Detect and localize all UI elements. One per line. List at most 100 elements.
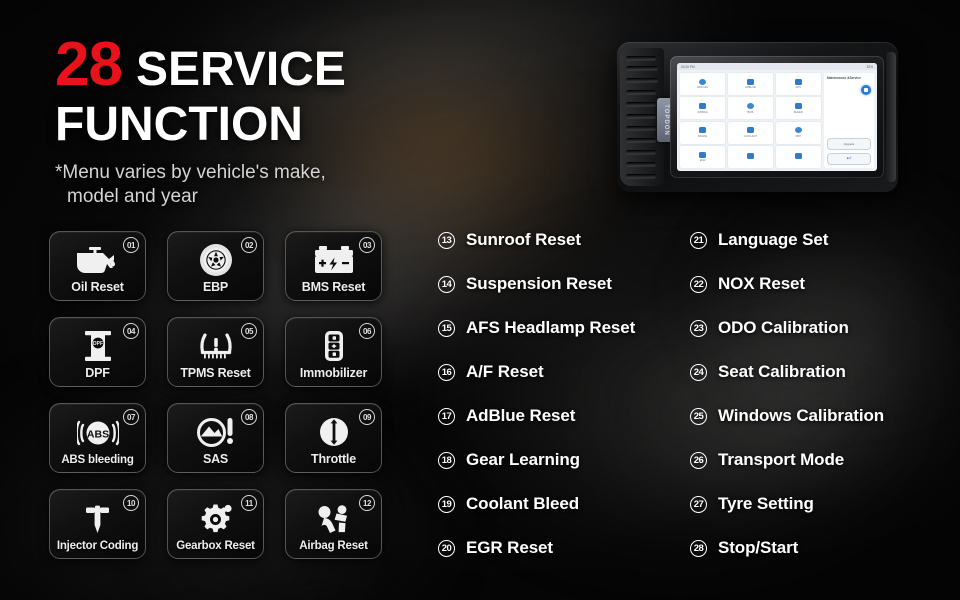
list-item-label: Language Set — [718, 230, 829, 249]
list-item-label: Seat Calibration — [718, 362, 846, 381]
brand-label: TOPDON — [662, 104, 669, 136]
screen-tile-airbag[interactable]: AIRBAG — [680, 97, 726, 120]
list-number-badge: 24 — [690, 363, 707, 381]
list-item-label: A/F Reset — [466, 362, 544, 381]
screen-tile-adblue[interactable]: ADBLUE — [727, 73, 774, 95]
service-card-immobilizer[interactable]: 06 Immobilizer — [285, 317, 382, 387]
list-item[interactable]: 14 Suspension Reset — [438, 272, 635, 296]
list-item-label: ODO Calibration — [718, 318, 849, 337]
card-label: EBP — [202, 280, 229, 294]
screen-tile-bleed[interactable]: BLEED — [775, 97, 821, 120]
list-number-badge: 19 — [438, 495, 455, 513]
vehicle-info-icon[interactable] — [861, 85, 871, 95]
card-label: BMS Reset — [301, 280, 366, 294]
list-item[interactable]: 21 Language Set — [690, 228, 884, 252]
list-item[interactable]: 22 NOX Reset — [690, 272, 884, 296]
card-number-badge: 07 — [123, 409, 139, 425]
headline-word-function: FUNCTION — [55, 97, 303, 151]
airfuel-icon — [699, 78, 707, 85]
screen-tile-egr[interactable]: EGR — [680, 146, 726, 168]
list-number-badge: 18 — [438, 451, 455, 469]
service-card-sas[interactable]: 08 SAS — [167, 403, 264, 473]
coolant-icon — [746, 127, 754, 134]
afs-icon — [794, 78, 802, 85]
card-label: Gearbox Reset — [176, 540, 255, 552]
service-card-bms-reset[interactable]: 03 BMS Reset — [285, 231, 382, 301]
list-item[interactable]: 18 Gear Learning — [438, 448, 635, 472]
service-card-dpf[interactable]: 04 DPF DPF — [49, 317, 146, 387]
screen-tile-coolant[interactable]: COOLANT — [727, 121, 774, 144]
service-card-oil-reset[interactable]: 01 Oil Reset — [49, 231, 146, 301]
card-number-badge: 01 — [123, 237, 139, 253]
tablet-grip-line — [626, 78, 658, 82]
list-item[interactable]: 19 Coolant Bleed — [438, 492, 635, 516]
card-label: Airbag Reset — [299, 540, 368, 552]
screen-tile-label: BMS — [747, 110, 754, 114]
screen-tile-extra-11[interactable] — [775, 146, 821, 168]
card-label: Throttle — [311, 452, 356, 466]
list-item[interactable]: 13 Sunroof Reset — [438, 228, 635, 252]
status-battery: 52% — [866, 64, 873, 69]
list-item[interactable]: 20 EGR Reset — [438, 536, 635, 560]
status-time: 04:26 PM — [681, 64, 695, 69]
list-item[interactable]: 25 Windows Calibration — [690, 404, 884, 428]
screen-tile-bms[interactable]: BMS — [727, 97, 774, 120]
list-number-badge: 21 — [690, 231, 707, 249]
headline-subtitle: *Menu varies by vehicle's make, model an… — [55, 161, 475, 210]
list-item-label: Sunroof Reset — [466, 230, 581, 249]
list-number-badge: 22 — [690, 275, 707, 293]
card-label: ABS bleeding — [61, 454, 134, 466]
tablet-grip-line — [626, 66, 658, 70]
service-card-airbag-reset[interactable]: 12 Airbag Reset — [285, 489, 382, 559]
list-item[interactable]: 17 AdBlue Reset — [438, 404, 635, 428]
tablet-right-grip — [886, 52, 896, 182]
list-number-badge: 27 — [690, 495, 707, 513]
list-item-label: AFS Headlamp Reset — [466, 318, 636, 337]
list-item[interactable]: 23 ODO Calibration — [690, 316, 884, 340]
list-item[interactable]: 24 Seat Calibration — [690, 360, 884, 384]
screen-tile-brake[interactable]: BRAKE — [680, 121, 726, 144]
headline-row: 28 SERVICE — [55, 34, 475, 96]
headline-block: 28 SERVICE FUNCTION *Menu varies by vehi… — [55, 34, 475, 210]
list-item[interactable]: 28 Stop/Start — [690, 536, 884, 560]
list-number-badge: 17 — [438, 407, 455, 425]
back-button[interactable]: ↩ — [827, 153, 871, 165]
tablet-grip-line — [626, 162, 656, 166]
list-item[interactable]: 27 Tyre Setting — [690, 492, 884, 516]
card-number-badge: 06 — [359, 323, 375, 339]
bms-icon — [746, 103, 754, 110]
list-item[interactable]: 16 A/F Reset — [438, 360, 635, 384]
list-item-label: Stop/Start — [718, 538, 799, 557]
injector-icon — [746, 153, 754, 160]
tablet-screen[interactable]: 04:26 PM 52% AIRFUEL ADBLUE AFS AIRBAG BMS BL… — [677, 63, 877, 171]
service-card-tpms-reset[interactable]: 05 TPMS Reset — [167, 317, 264, 387]
screen-tile-extra-10[interactable] — [727, 146, 774, 168]
screen-tile-airfuel[interactable]: AIRFUEL — [680, 73, 726, 95]
list-number-badge: 23 — [690, 319, 707, 337]
list-item-label: Tyre Setting — [718, 494, 814, 513]
subtitle-line-1: *Menu varies by vehicle's make, — [55, 161, 326, 183]
list-number-badge: 14 — [438, 275, 455, 293]
service-card-throttle[interactable]: 09 Throttle — [285, 403, 382, 473]
service-card-injector-coding[interactable]: 10 Injector Coding — [49, 489, 146, 559]
tablet-grip-line — [626, 150, 656, 154]
card-number-badge: 12 — [359, 495, 375, 511]
list-item-label: Windows Calibration — [718, 406, 885, 425]
service-card-gearbox-reset[interactable]: 11 Gearbox Reset — [167, 489, 264, 559]
list-number-badge: 25 — [690, 407, 707, 425]
service-card-abs-bleeding[interactable]: 07 ABS ABS bleeding — [49, 403, 146, 473]
bleed-icon — [794, 103, 802, 110]
service-card-ebp[interactable]: 02 EBP — [167, 231, 264, 301]
screen-tile-dpf[interactable]: DPF — [775, 121, 821, 144]
screen-tile-label: EGR — [699, 159, 706, 163]
list-item[interactable]: 15 AFS Headlamp Reset — [438, 316, 635, 340]
screen-tile-label: AFS — [795, 86, 801, 90]
list-item[interactable]: 26 Transport Mode — [690, 448, 884, 472]
upgrade-button[interactable]: Upgrade — [827, 138, 871, 150]
screen-tile-afs[interactable]: AFS — [775, 73, 821, 95]
svg-text:ABS: ABS — [86, 428, 108, 440]
card-number-badge: 10 — [123, 495, 139, 511]
svg-text:DPF: DPF — [93, 341, 103, 347]
card-label: SAS — [202, 452, 229, 466]
screen-tile-label: ADBLUE — [745, 86, 756, 90]
